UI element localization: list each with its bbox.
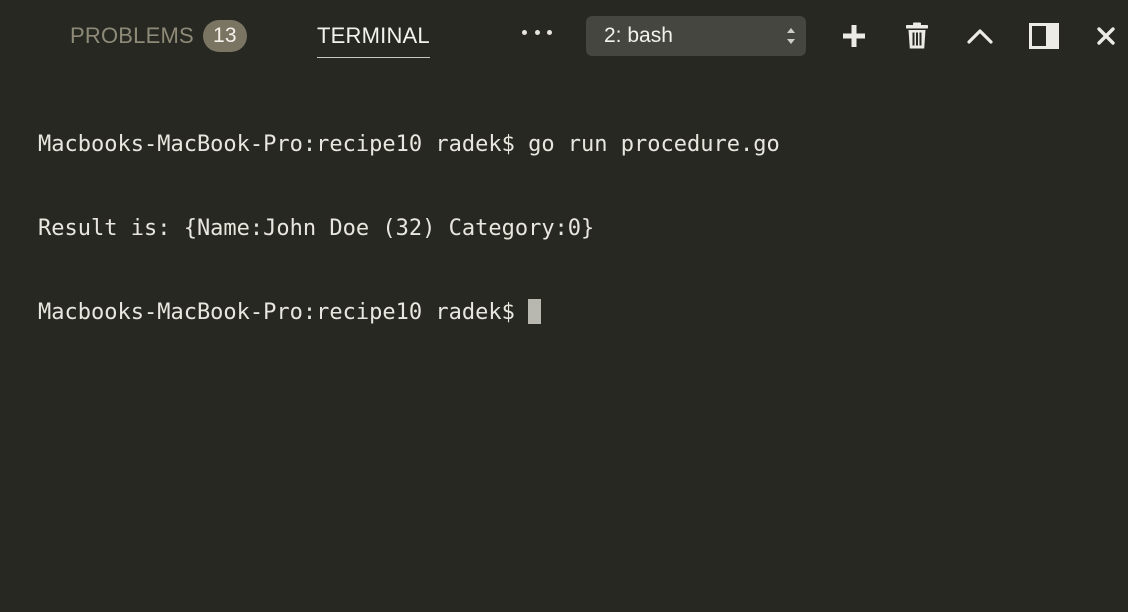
terminal-select[interactable]: 2: bash [586, 16, 806, 56]
terminal-select-value: 2: bash [604, 24, 673, 47]
terminal-output[interactable]: Macbooks-MacBook-Pro:recipe10 radek$ go … [38, 75, 1108, 383]
ellipsis-icon[interactable] [522, 22, 552, 42]
tab-problems-label: PROBLEMS [70, 23, 194, 48]
tab-terminal-label: TERMINAL [317, 23, 430, 48]
close-icon[interactable] [1090, 20, 1122, 52]
trash-icon[interactable] [901, 20, 933, 52]
terminal-prompt: Macbooks-MacBook-Pro:recipe10 radek$ [38, 300, 515, 325]
terminal-line: Macbooks-MacBook-Pro:recipe10 radek$ go … [38, 132, 780, 157]
tab-problems[interactable]: PROBLEMS 13 [70, 16, 247, 56]
tab-terminal[interactable]: TERMINAL [317, 16, 430, 58]
chevron-up-icon[interactable] [964, 20, 996, 52]
terminal-panel: PROBLEMS 13 TERMINAL 2: bash Macbooks-Ma… [0, 0, 1128, 612]
select-arrows-icon [787, 28, 795, 44]
terminal-line: Result is: {Name:John Doe (32) Category:… [38, 216, 595, 241]
terminal-cursor [527, 299, 541, 324]
terminal-prompt-line: Macbooks-MacBook-Pro:recipe10 radek$ [38, 299, 1108, 327]
plus-icon[interactable] [838, 20, 870, 52]
panel-tabbar: PROBLEMS 13 TERMINAL 2: bash [0, 0, 1128, 72]
problems-count-badge: 13 [202, 20, 247, 52]
split-panel-icon[interactable] [1028, 20, 1060, 52]
